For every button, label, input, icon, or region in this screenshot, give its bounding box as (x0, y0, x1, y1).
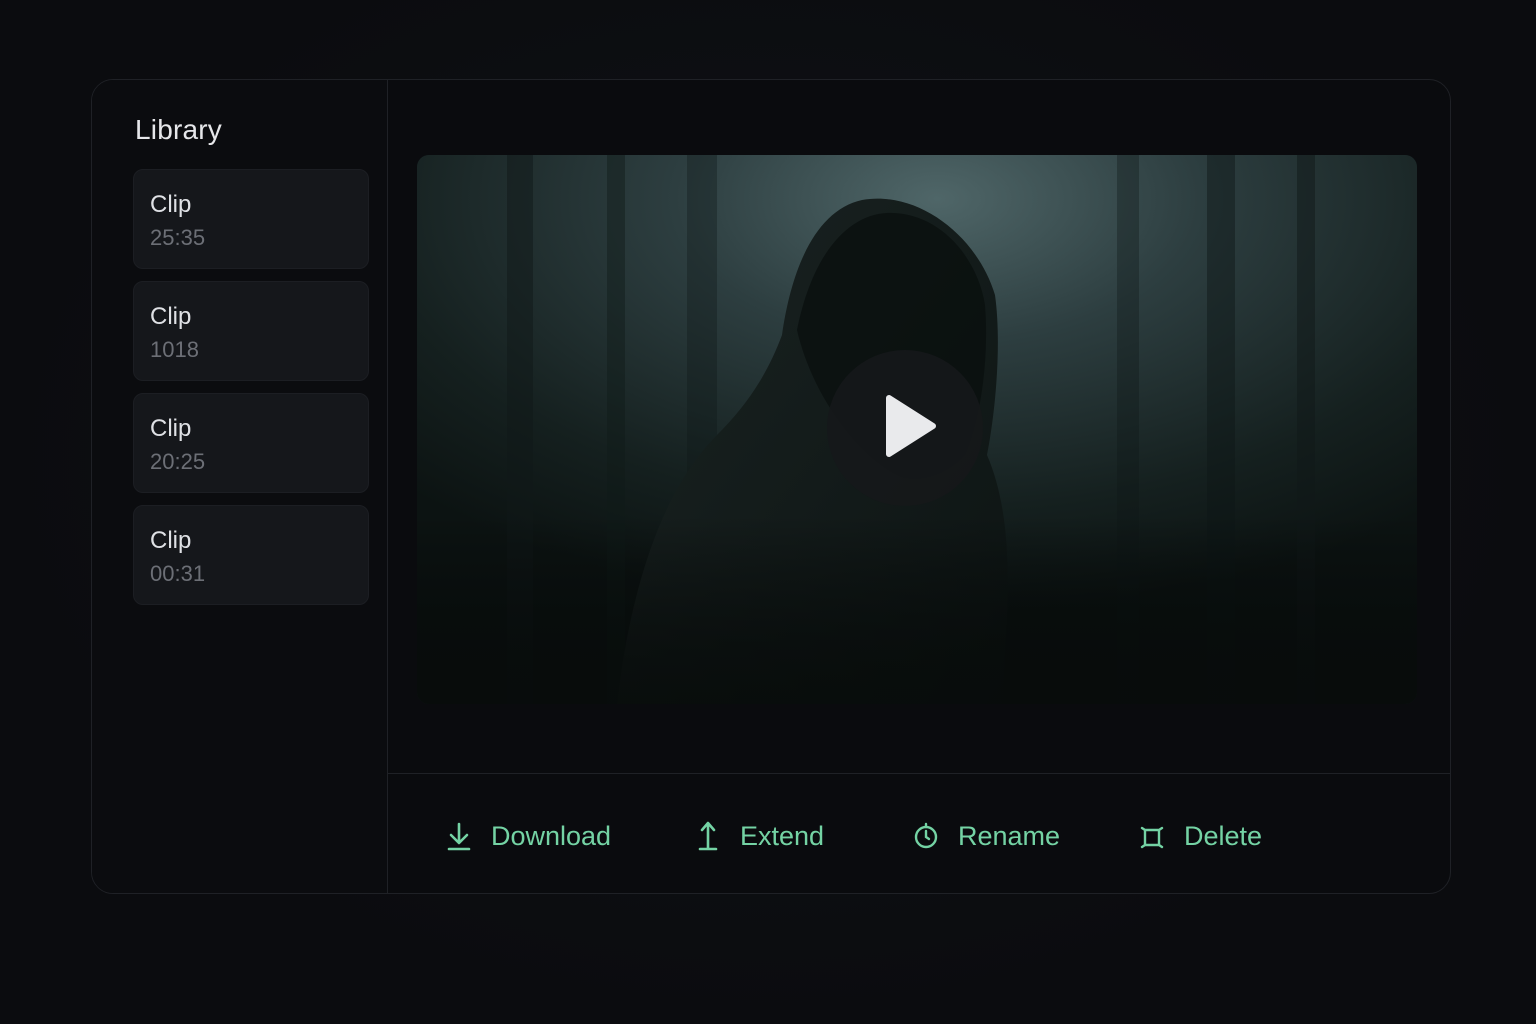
download-label: Download (491, 820, 612, 851)
download-button[interactable]: Download (445, 818, 611, 854)
clip-duration: 1018 (150, 337, 199, 362)
clip-name: Clip (150, 415, 192, 442)
crop-square-icon (1138, 820, 1166, 852)
clip-item-4[interactable]: Clip 00:31 (133, 505, 369, 605)
play-icon (886, 395, 936, 457)
delete-label: Delete (1184, 820, 1263, 851)
clip-name: Clip (150, 303, 192, 330)
clip-item-2[interactable]: Clip 1018 (133, 281, 369, 381)
play-button[interactable] (827, 350, 983, 506)
rename-label: Rename (958, 820, 1061, 851)
clip-name: Clip (150, 527, 192, 554)
timer-icon (912, 820, 940, 852)
action-bar: Download Extend Rename Delete (388, 774, 1450, 893)
clip-list: Clip 25:35 Clip 1018 Clip 20:25 Clip 00:… (133, 169, 369, 617)
library-title: Library (135, 114, 222, 145)
main-panel: Download Extend Rename Delete (388, 80, 1450, 893)
app-window: Library Clip 25:35 Clip 1018 Clip 20:25 … (91, 79, 1451, 894)
clip-duration: 20:25 (150, 449, 206, 474)
clip-duration: 25:35 (150, 225, 206, 250)
clip-item-3[interactable]: Clip 20:25 (133, 393, 369, 493)
extend-button[interactable]: Extend (694, 818, 824, 854)
video-player[interactable] (417, 155, 1417, 704)
delete-button[interactable]: Delete (1138, 818, 1262, 854)
clip-duration: 00:31 (150, 561, 206, 586)
rename-button[interactable]: Rename (912, 818, 1060, 854)
library-sidebar: Library Clip 25:35 Clip 1018 Clip 20:25 … (92, 80, 388, 893)
clip-item-1[interactable]: Clip 25:35 (133, 169, 369, 269)
extend-arrow-icon (694, 820, 722, 852)
download-icon (445, 820, 473, 852)
clip-name: Clip (150, 191, 192, 218)
extend-label: Extend (740, 820, 825, 851)
